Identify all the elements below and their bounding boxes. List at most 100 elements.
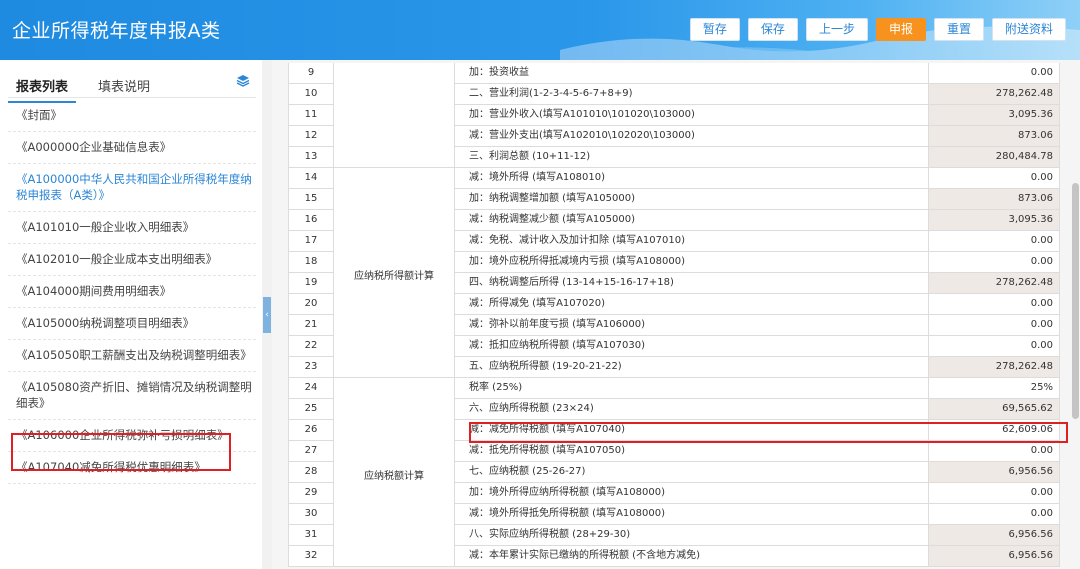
sidebar-tabs: 报表列表 填表说明: [7, 70, 256, 103]
category-label: 应纳税所得额计算: [354, 271, 434, 282]
toolbar: 暂存 保存 上一步 申报 重置 附送资料: [689, 18, 1066, 41]
row-amount-field[interactable]: 0.00: [928, 294, 1060, 315]
row-item-name: 三、利润总额 (10+11-12): [454, 147, 928, 168]
row-item-name: 减：减免所得税额 (填写A107040): [454, 420, 928, 441]
row-number: 11: [288, 105, 334, 126]
row-amount-field[interactable]: 0.00: [928, 504, 1060, 525]
main-scrollbar[interactable]: [1070, 60, 1080, 569]
row-amount-field[interactable]: 0.00: [928, 336, 1060, 357]
tab-filling-instructions[interactable]: 填表说明: [98, 76, 150, 95]
layers-icon[interactable]: [236, 74, 250, 88]
category-cell-top: [334, 63, 454, 168]
sidebar: 报表列表 填表说明 《封面》 《A000000企业基础信息表》 《A100000…: [0, 60, 262, 569]
row-item-name: 加：投资收益: [454, 63, 928, 84]
row-amount-field[interactable]: 873.06: [928, 189, 1060, 210]
collapse-sidebar-icon[interactable]: ‹: [263, 297, 271, 333]
row-number: 30: [288, 504, 334, 525]
row-item-name: 减：所得减免 (填写A107020): [454, 294, 928, 315]
row-amount-field[interactable]: 0.00: [928, 315, 1060, 336]
row-number: 14: [288, 168, 334, 189]
previous-step-button[interactable]: 上一步: [805, 18, 868, 41]
sidebar-item-a100000[interactable]: 《A100000中华人民共和国企业所得税年度纳税申报表（A类）》: [8, 164, 256, 212]
row-item-name: 六、应纳所得税额 (23×24): [454, 399, 928, 420]
row-amount-field[interactable]: 0.00: [928, 168, 1060, 189]
row-number: 18: [288, 252, 334, 273]
app-header: 企业所得税年度申报A类 暂存 保存 上一步 申报 重置 附送资料: [0, 0, 1080, 60]
row-amount-field[interactable]: 0.00: [928, 231, 1060, 252]
row-item-name: 加：纳税调整增加额 (填写A105000): [454, 189, 928, 210]
row-number: 25: [288, 399, 334, 420]
row-amount-field[interactable]: 3,095.36: [928, 105, 1060, 126]
row-amount-field[interactable]: 6,956.56: [928, 462, 1060, 483]
row-number: 21: [288, 315, 334, 336]
row-item-name: 二、营业利润(1-2-3-4-5-6-7+8+9): [454, 84, 928, 105]
row-amount-field[interactable]: 0.00: [928, 441, 1060, 462]
row-item-name: 减：弥补以前年度亏损 (填写A106000): [454, 315, 928, 336]
row-number: 31: [288, 525, 334, 546]
row-number: 23: [288, 357, 334, 378]
row-item-name: 五、应纳税所得额 (19-20-21-22): [454, 357, 928, 378]
row-number: 28: [288, 462, 334, 483]
sidebar-item-a105050[interactable]: 《A105050职工薪酬支出及纳税调整明细表》: [8, 340, 256, 372]
sidebar-item-a102010[interactable]: 《A102010一般企业成本支出明细表》: [8, 244, 256, 276]
row-number: 15: [288, 189, 334, 210]
row-item-name: 减：本年累计实际已缴纳的所得税额 (不含地方减免): [454, 546, 928, 567]
row-amount-field[interactable]: 278,262.48: [928, 357, 1060, 378]
category-cell: 应纳税额计算: [334, 378, 454, 567]
row-item-name: 减：境外所得 (填写A108010): [454, 168, 928, 189]
row-item-name: 减：免税、减计收入及加计扣除 (填写A107010): [454, 231, 928, 252]
sidebar-item-a104000[interactable]: 《A104000期间费用明细表》: [8, 276, 256, 308]
sidebar-item-a106000[interactable]: 《A106000企业所得税弥补亏损明细表》: [8, 420, 256, 452]
row-item-name: 减：境外所得抵免所得税额 (填写A108000): [454, 504, 928, 525]
row-number: 12: [288, 126, 334, 147]
row-amount-field[interactable]: 278,262.48: [928, 84, 1060, 105]
row-item-name: 减：抵扣应纳税所得额 (填写A107030): [454, 336, 928, 357]
row-amount-field[interactable]: 25%: [928, 378, 1060, 399]
row-number: 9: [288, 63, 334, 84]
row-number: 29: [288, 483, 334, 504]
row-number: 16: [288, 210, 334, 231]
row-number: 10: [288, 84, 334, 105]
row-amount-field[interactable]: 3,095.36: [928, 210, 1060, 231]
row-item-name: 加：营业外收入(填写A101010\101020\103000): [454, 105, 928, 126]
category-cell: 应纳税所得额计算: [334, 168, 454, 378]
reset-button[interactable]: 重置: [933, 18, 984, 41]
row-amount-field[interactable]: 278,262.48: [928, 273, 1060, 294]
row-item-name: 减：抵免所得税额 (填写A107050): [454, 441, 928, 462]
row-number: 24: [288, 378, 334, 399]
row-item-name: 加：境外所得应纳所得税额 (填写A108000): [454, 483, 928, 504]
sidebar-item-a107040[interactable]: 《A107040减免所得税优惠明细表》: [8, 452, 256, 484]
sidebar-item-a000000[interactable]: 《A000000企业基础信息表》: [8, 132, 256, 164]
scrollbar-thumb[interactable]: [1072, 183, 1079, 419]
sidebar-item-a105000[interactable]: 《A105000纳税调整项目明细表》: [8, 308, 256, 340]
sidebar-item-cover[interactable]: 《封面》: [8, 100, 256, 132]
row-amount-field[interactable]: 69,565.62: [928, 399, 1060, 420]
row-amount-field[interactable]: 62,609.06: [928, 420, 1060, 441]
row-number: 26: [288, 420, 334, 441]
sidebar-item-a105080[interactable]: 《A105080资产折旧、摊销情况及纳税调整明细表》: [8, 372, 256, 420]
row-amount-field[interactable]: 0.00: [928, 483, 1060, 504]
save-button[interactable]: 保存: [747, 18, 798, 41]
row-amount-field[interactable]: 873.06: [928, 126, 1060, 147]
row-amount-field[interactable]: 0.00: [928, 252, 1060, 273]
row-number: 27: [288, 441, 334, 462]
row-amount-field[interactable]: 6,956.56: [928, 525, 1060, 546]
tab-report-list[interactable]: 报表列表: [7, 76, 77, 103]
row-amount-field[interactable]: 280,484.78: [928, 147, 1060, 168]
row-amount-field[interactable]: 0.00: [928, 63, 1060, 84]
row-item-name: 减：纳税调整减少额 (填写A105000): [454, 210, 928, 231]
sidebar-item-a101010[interactable]: 《A101010一般企业收入明细表》: [8, 212, 256, 244]
declaration-table-area: 9 加：投资收益 0.00 10 二、营业利润(1-2-3-4-5-6-7+8+9) 27…: [272, 60, 1080, 569]
row-item-name: 加：境外应税所得抵减境内亏损 (填写A108000): [454, 252, 928, 273]
row-item-name: 七、应纳税额 (25-26-27): [454, 462, 928, 483]
save-draft-button[interactable]: 暂存: [689, 18, 740, 41]
attachments-button[interactable]: 附送资料: [991, 18, 1066, 41]
row-item-name: 税率 (25%): [454, 378, 928, 399]
row-number: 22: [288, 336, 334, 357]
row-item-name: 减：营业外支出(填写A102010\102020\103000): [454, 126, 928, 147]
category-label: 应纳税额计算: [364, 470, 424, 482]
page-title: 企业所得税年度申报A类: [12, 20, 221, 42]
row-amount-field[interactable]: 6,956.56: [928, 546, 1060, 567]
submit-declaration-button[interactable]: 申报: [875, 18, 926, 41]
report-list: 《封面》 《A000000企业基础信息表》 《A100000中华人民共和国企业所…: [8, 100, 256, 484]
